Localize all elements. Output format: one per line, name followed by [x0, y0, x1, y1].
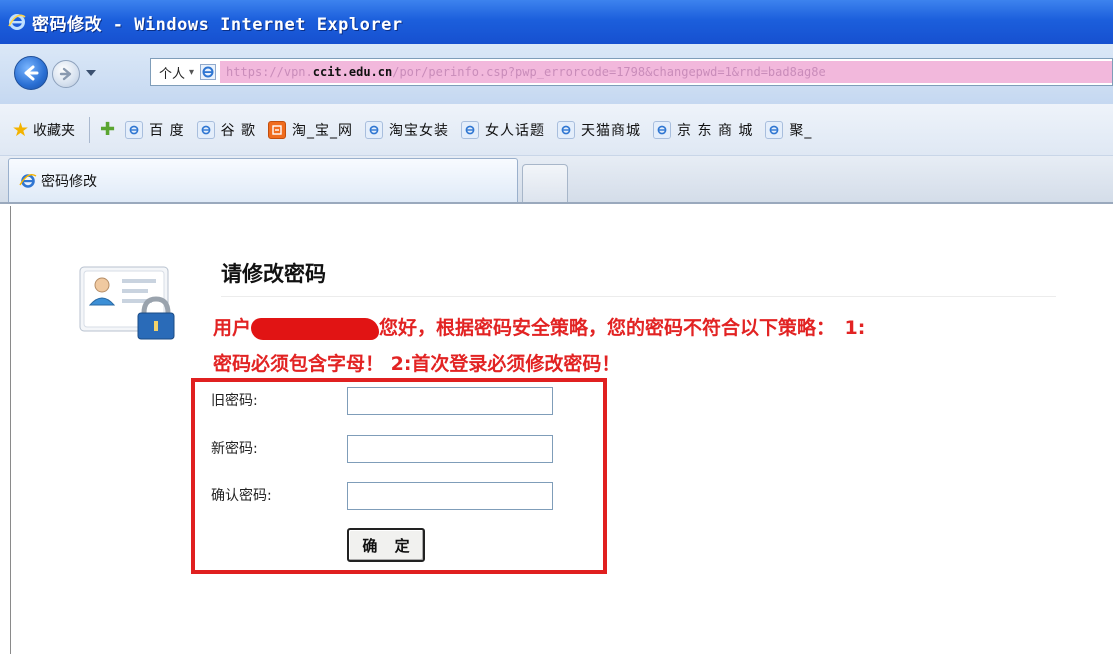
ie-page-icon: [461, 120, 480, 139]
old-password-label: 旧密码:: [211, 393, 258, 409]
user-lock-icon: [79, 266, 175, 340]
url-prefix: https://vpn.: [226, 65, 313, 79]
favorite-item-label: 聚_: [789, 122, 813, 139]
new-password-row: 新密码:: [211, 438, 258, 458]
favorite-item-tmall[interactable]: 天猫商城: [557, 120, 641, 140]
forward-arrow-icon: [59, 67, 72, 81]
ie-tab-icon: [19, 173, 37, 188]
taobao-icon: [268, 120, 287, 139]
favorites-separator: [89, 116, 91, 143]
page-content: 请修改密码 用户 您好，根据密码安全策略，您的密码不符合以下策略： 1: 密码必须…: [10, 206, 1113, 654]
confirm-button[interactable]: 确 定: [347, 528, 425, 562]
favorite-item-label: 京 东 商 城: [677, 122, 754, 139]
url-field[interactable]: https://vpn.ccit.edu.cn/por/perinfo.csp?…: [220, 61, 1112, 83]
favorite-item-ju[interactable]: 聚_: [765, 120, 812, 140]
favorite-item-taobao[interactable]: 淘_宝_网: [268, 120, 353, 140]
favorite-item-label: 百 度: [149, 122, 185, 139]
ie-page-icon: [557, 120, 576, 139]
heading-divider: [221, 296, 1056, 297]
address-bar[interactable]: 个人 ▾ https://vpn.ccit.edu.cn/por/perinfo…: [150, 58, 1113, 86]
old-password-row: 旧密码:: [211, 390, 258, 410]
favorites-bar: ★ 收藏夹 ✚ 百 度 谷 歌 淘_宝_网 淘宝女装 女人话题 天猫商城 京 东…: [0, 104, 1113, 156]
forward-button[interactable]: [52, 60, 80, 88]
favorite-item-jd[interactable]: 京 东 商 城: [653, 120, 753, 140]
favorite-item-label: 女人话题: [485, 122, 546, 139]
favorite-item-label: 天猫商城: [581, 122, 642, 139]
redacted-username: [251, 317, 380, 340]
favorite-item-label: 淘宝女装: [389, 122, 450, 139]
favorite-item-baidu[interactable]: 百 度: [125, 120, 184, 140]
confirm-password-label: 确认密码:: [211, 488, 272, 504]
favorites-button[interactable]: 收藏夹: [33, 120, 75, 140]
favorite-item-label: 谷 歌: [220, 122, 257, 139]
old-password-input[interactable]: [347, 387, 553, 415]
ie-page-icon: [653, 120, 672, 139]
favorites-star-icon[interactable]: ★: [12, 119, 29, 141]
ie-page-icon: [125, 120, 144, 139]
navigation-bar: 个人 ▾ https://vpn.ccit.edu.cn/por/perinfo…: [0, 44, 1113, 104]
favorite-item-taobao-womens[interactable]: 淘宝女装: [365, 120, 449, 140]
tab-label: 密码修改: [41, 173, 97, 190]
ie-page-icon: [200, 64, 217, 80]
tab-bar: 密码修改: [0, 156, 1113, 204]
url-path: /por/perinfo.csp?pwp_errorcode=1798&chan…: [392, 65, 826, 79]
confirm-password-input[interactable]: [347, 482, 553, 510]
notice-text: 您好，根据密码安全策略，您的密码不符合以下策略： 1:: [379, 317, 866, 339]
url-text: https://vpn.ccit.edu.cn/por/perinfo.csp?…: [220, 65, 826, 79]
ie-page-icon: [765, 120, 784, 139]
page-title: 请修改密码: [221, 262, 326, 286]
back-button[interactable]: [14, 56, 48, 90]
new-tab-button[interactable]: [522, 164, 568, 202]
favorite-item-google[interactable]: 谷 歌: [196, 120, 257, 140]
window-title-bar[interactable]: 密码修改 - Windows Internet Explorer: [0, 0, 1113, 44]
ie-page-icon: [196, 120, 215, 139]
new-password-label: 新密码:: [211, 441, 258, 457]
ie-page-icon: [365, 120, 384, 139]
favorite-item-label: 淘_宝_网: [292, 122, 354, 139]
window-title: 密码修改 - Windows Internet Explorer: [32, 14, 403, 35]
password-policy-notice: 用户 您好，根据密码安全策略，您的密码不符合以下策略： 1: 密码必须包含字母！ …: [213, 310, 1073, 382]
security-zone-label[interactable]: 个人: [151, 63, 189, 82]
notice-prefix: 用户: [213, 317, 252, 339]
recent-pages-dropdown-icon[interactable]: [86, 70, 96, 76]
new-password-input[interactable]: [347, 435, 553, 463]
confirm-password-row: 确认密码:: [211, 485, 272, 505]
zone-dropdown-icon[interactable]: ▾: [189, 67, 194, 78]
notice-policy-line: 密码必须包含字母！ 2:首次登录必须修改密码！: [213, 353, 621, 375]
ie-logo-icon: [8, 14, 26, 30]
favorite-item-women-topics[interactable]: 女人话题: [461, 120, 545, 140]
url-host: ccit.edu.cn: [312, 65, 393, 79]
tab-password-change[interactable]: 密码修改: [8, 158, 518, 202]
back-arrow-icon: [24, 65, 39, 81]
add-to-favorites-icon[interactable]: ✚: [100, 119, 115, 140]
